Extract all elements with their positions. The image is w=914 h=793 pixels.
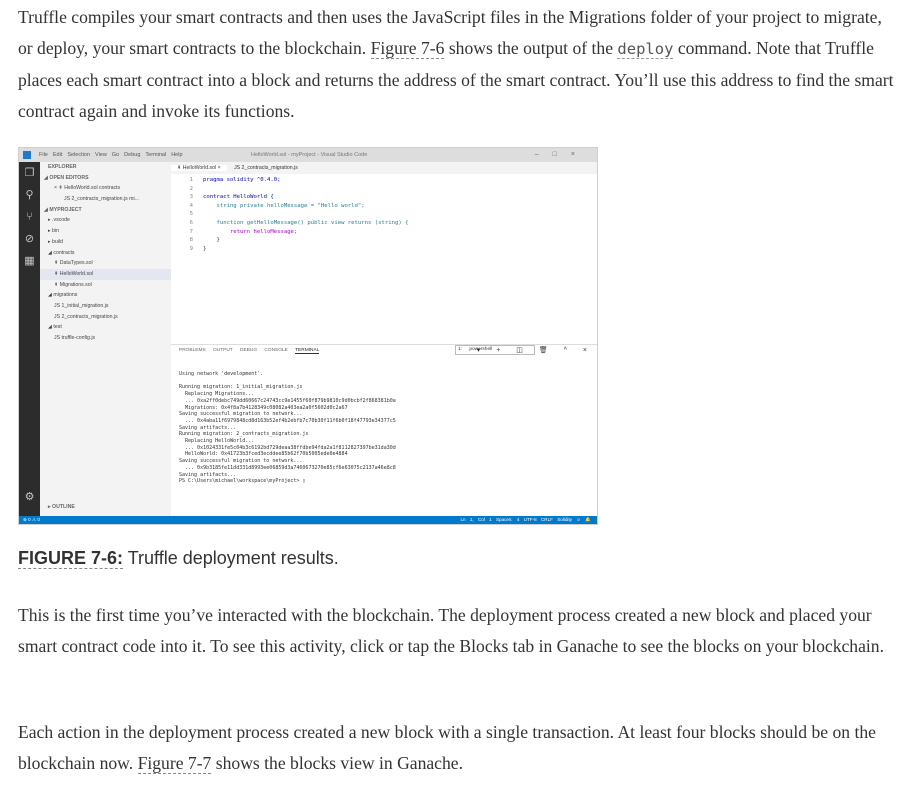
- figure-caption: FIGURE 7-6: Truffle deployment results.: [18, 548, 339, 569]
- line-number: 5: [189, 211, 193, 218]
- code-text: pragma solidity ^0.4.0;: [203, 177, 281, 183]
- terminal-output: Using network 'development'. Running mig…: [179, 371, 396, 485]
- search-icon: ⚲: [25, 189, 34, 201]
- file-tree-item: ▸ bin: [48, 228, 59, 235]
- deploy-code: deploy: [617, 40, 674, 59]
- paragraph-1-text-b: shows the output of the: [448, 38, 614, 58]
- status-problems: ⊗ 0 ⚠ 0: [23, 517, 40, 522]
- bottom-panel: PROBLEMS OUTPUT DEBUG CONSOLE TERMINAL 1…: [171, 344, 597, 517]
- paragraph-3-text-b: shows the blocks view in Ganache.: [215, 753, 463, 773]
- window-title: HelloWorld.sol - myProject - Visual Stud…: [251, 152, 368, 158]
- panel-tab: OUTPUT: [213, 348, 233, 353]
- panel-tabs: PROBLEMS OUTPUT DEBUG CONSOLE TERMINAL 1…: [171, 345, 597, 357]
- source-control-icon: ⑂: [26, 211, 33, 223]
- title-bar: File Edit Selection View Go Debug Terminal Help…: [19, 148, 597, 162]
- code-line: 4 string private helloMessage = "Hello w…: [171, 202, 597, 211]
- file-tree-item: JS 2_contracts_migration.js: [54, 313, 118, 320]
- window-controls: –□×: [534, 151, 589, 158]
- code-text: string private helloMessage = "Hello wor…: [203, 202, 365, 209]
- file-tree-item: JS truffle-config.js: [54, 335, 96, 341]
- line-number: 9: [189, 245, 193, 252]
- menu-bar: File Edit Selection View Go Debug Terminal Help: [39, 152, 188, 158]
- vscode-logo-icon: [23, 151, 31, 159]
- explorer-title: EXPLORER: [48, 164, 77, 170]
- code-line: 2: [171, 185, 597, 194]
- code-line: 3 contract HelloWorld {: [171, 193, 597, 202]
- code-line: 5: [171, 210, 597, 219]
- explorer-sidebar: EXPLORER ◢ OPEN EDITORS × ⇞ HelloWorld.s…: [40, 162, 171, 516]
- files-icon: ❐: [24, 167, 35, 179]
- caption-label: FIGURE 7-6:: [18, 548, 124, 569]
- menu-item: View: [95, 152, 107, 158]
- file-tree-item: ⇞ Migrations.sol: [54, 281, 92, 288]
- file-tree: × ⇞ HelloWorld.sol contracts JS 2_contrac…: [40, 183, 171, 343]
- code-line: 9}: [171, 245, 597, 254]
- code-line: 7 return helloMessage;: [171, 228, 597, 237]
- panel-action-icons: ▾ + ◫ 🗑 ^ ×: [476, 347, 591, 354]
- file-tree-item: ▸ .vscode: [48, 217, 70, 224]
- line-number: 6: [189, 219, 193, 226]
- figure-7-6-link[interactable]: Figure 7-6: [370, 38, 445, 59]
- code-text: }: [203, 237, 220, 244]
- file-tree-item: JS 2_contracts_migration.js mi...: [64, 196, 139, 203]
- caption-text: Truffle deployment results.: [127, 548, 339, 568]
- vscode-screenshot: File Edit Selection View Go Debug Terminal Help…: [18, 147, 598, 525]
- panel-tab: TERMINAL: [295, 348, 320, 354]
- menu-item: Go: [111, 152, 120, 158]
- code-line: 1 pragma solidity ^0.4.0;: [171, 176, 597, 185]
- menu-item: Edit: [52, 152, 63, 158]
- status-info: Ln 1, Col 1 Spaces: 4 UTF-8 CRLF Solidit…: [460, 517, 591, 522]
- code-text: return helloMessage;: [203, 228, 298, 235]
- figure-7-7-link[interactable]: Figure 7-7: [137, 753, 212, 774]
- file-tree-item: ⇞ HelloWorld.sol: [40, 268, 171, 280]
- extensions-icon: ▦: [24, 255, 35, 267]
- menu-item: Debug: [124, 152, 141, 158]
- code-line: 8 }: [171, 236, 597, 245]
- paragraph-3: Each action in the deployment process cr…: [18, 717, 898, 779]
- editor-area: ⇞ HelloWorld.sol × JS 2_contracts_migrat…: [171, 162, 597, 344]
- editor-tabs: ⇞ HelloWorld.sol × JS 2_contracts_migrat…: [171, 162, 597, 174]
- file-tree-item: ◢ migrations: [48, 292, 78, 299]
- line-number: 2: [189, 185, 193, 192]
- paragraph-2: This is the first time you’ve interacted…: [18, 605, 884, 656]
- outline-header: ▸ OUTLINE: [48, 504, 75, 510]
- menu-item: File: [39, 152, 48, 158]
- paragraph-1: Truffle compiles your smart contracts an…: [18, 2, 898, 127]
- code-line: 6 function getHelloMessage() public view…: [171, 219, 597, 228]
- code-view: 1 pragma solidity ^0.4.0; 2 3 contract Hello…: [171, 174, 597, 253]
- menu-item: Terminal: [145, 152, 167, 158]
- status-bar: ⊗ 0 ⚠ 0 Ln 1, Col 1 Spaces: 4 UTF-8 CRLF…: [19, 516, 597, 524]
- debug-icon: ⊘: [24, 233, 35, 245]
- code-text: function getHelloMessage() public view r…: [203, 219, 409, 226]
- open-editors-header: ◢ OPEN EDITORS: [44, 174, 89, 181]
- code-text: }: [203, 245, 207, 252]
- panel-tab: DEBUG CONSOLE: [240, 348, 288, 353]
- line-number: 7: [189, 228, 193, 235]
- tab-helloworld-sol: ⇞ HelloWorld.sol ×: [171, 165, 227, 171]
- file-tree-item: ◢ test: [48, 324, 62, 331]
- menu-item: Selection: [67, 152, 90, 158]
- file-tree-item: × ⇞ HelloWorld.sol contracts: [54, 185, 121, 192]
- file-tree-item: ▸ build: [48, 238, 64, 245]
- menu-item: Help: [171, 152, 183, 158]
- file-tree-item: ◢ MYPROJECT: [44, 206, 82, 213]
- tab-contracts-migration: JS 2_contracts_migration.js: [234, 165, 298, 171]
- file-tree-item: ⇞ DataTypes.sol: [54, 260, 93, 267]
- activity-bar: ❐ ⚲ ⑂ ⊘ ▦ ⚙: [19, 162, 40, 516]
- line-number: 3: [189, 194, 193, 201]
- panel-tab: PROBLEMS: [179, 348, 206, 353]
- line-number: 8: [189, 237, 193, 244]
- gear-icon: ⚙: [24, 491, 35, 503]
- file-tree-item: ◢ contracts: [48, 249, 75, 256]
- code-text: contract HelloWorld {: [203, 194, 274, 201]
- line-number: 1: [189, 177, 193, 183]
- line-number: 4: [189, 202, 193, 209]
- file-tree-item: JS 1_initial_migration.js: [54, 302, 109, 309]
